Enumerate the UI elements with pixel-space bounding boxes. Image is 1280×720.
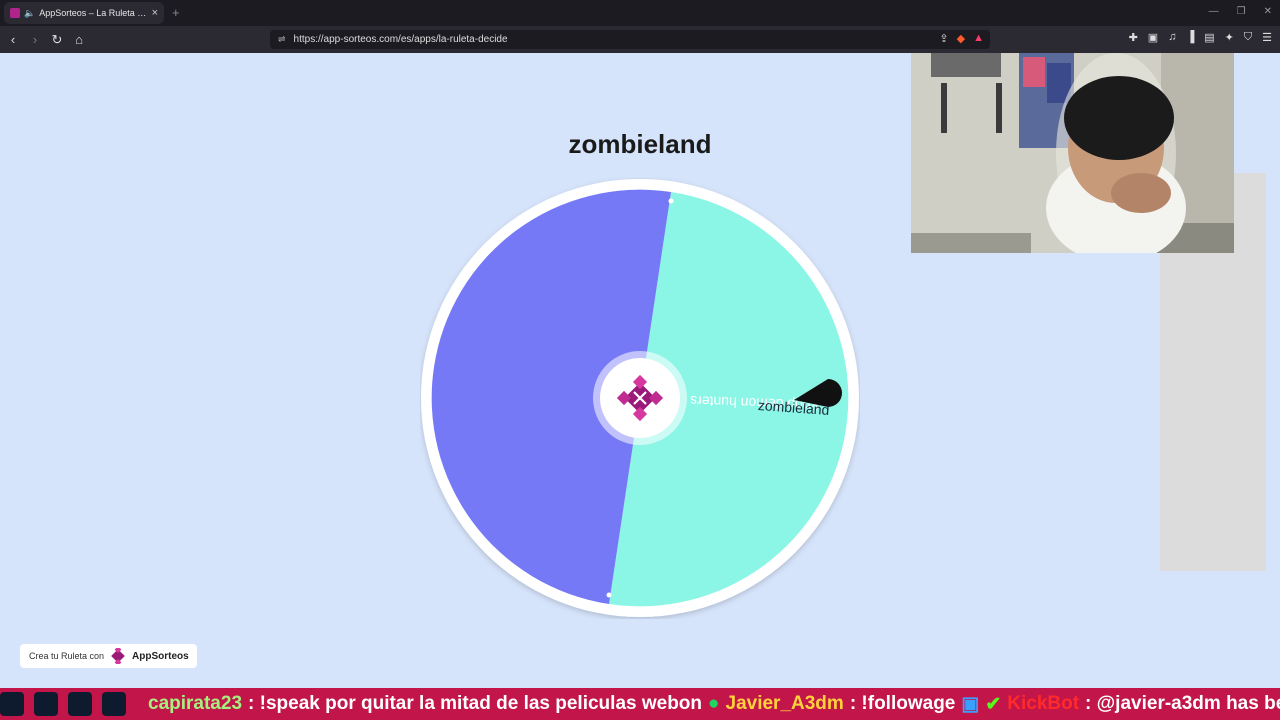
chat-message: : !speak por quitar la mitad de las peli… [248, 693, 703, 714]
chat-username: Javier_A3dm [725, 693, 844, 714]
address-bar[interactable]: ⇌ https://app-sorteos.com/es/apps/la-rul… [270, 30, 990, 49]
badge-brand-suffix: Sorteos [151, 650, 189, 662]
reload-icon[interactable]: ↻ [48, 31, 66, 49]
chat-message: : @javier-a3dm has been [1085, 693, 1280, 714]
url-actions: ⇪ ◆ ▲ [939, 32, 984, 45]
tab-title: AppSorteos – La Ruleta de la [39, 8, 148, 18]
emote-row [0, 692, 132, 716]
wheel-svg: kpop demon hunters zombieland [421, 179, 859, 617]
vpn-icon[interactable]: ⛉ [1244, 31, 1252, 44]
brave-shield-icon[interactable]: ◆ [957, 32, 965, 45]
webcam-image [911, 53, 1234, 253]
create-roulette-badge[interactable]: Crea tu Ruleta con AppSorteos [20, 644, 197, 668]
sidebar-icon[interactable]: ▐ [1186, 31, 1194, 44]
minimize-icon[interactable]: — [1209, 6, 1219, 17]
chat-message: : !followage [849, 693, 956, 714]
nav-toolbar: ‹ › ↻ ⌂ ⇌ https://app-sorteos.com/es/app… [0, 26, 1280, 53]
chat-ticker: capirata23 : !speak por quitar la mitad … [0, 688, 1280, 720]
browser-chrome: 🔈 AppSorteos – La Ruleta de la × + — ❐ ✕… [0, 0, 1280, 53]
chat-username: capirata23 [148, 693, 243, 714]
window-controls: — ❐ ✕ [1209, 6, 1272, 17]
wallet-icon[interactable]: ▤ [1204, 31, 1214, 44]
close-window-icon[interactable]: ✕ [1264, 6, 1272, 17]
tab-bar: 🔈 AppSorteos – La Ruleta de la × + — ❐ ✕ [0, 0, 1280, 26]
emote-icon [68, 692, 92, 716]
brave-rewards-icon[interactable]: ▲ [973, 32, 984, 45]
emote-icon [102, 692, 126, 716]
speaker-icon[interactable]: 🔈 [24, 8, 35, 19]
appsorteos-favicon-icon [10, 8, 20, 18]
leo-icon[interactable]: ✦ [1225, 31, 1234, 44]
menu-icon[interactable]: ☰ [1262, 31, 1272, 44]
verified-badge-icon: ✔ [985, 693, 1002, 715]
site-info-icon[interactable]: ⇌ [278, 34, 286, 45]
back-icon[interactable]: ‹ [4, 31, 22, 49]
home-icon[interactable]: ⌂ [70, 31, 88, 49]
mod-badge-icon: ▣ [961, 693, 980, 715]
badge-text: Crea tu Ruleta con [29, 651, 105, 661]
reader-icon[interactable]: ▣ [1148, 31, 1158, 44]
badge-brand-prefix: App [132, 650, 152, 662]
appsorteos-small-logo-icon [111, 648, 125, 664]
spotify-icon: ● [708, 693, 720, 714]
music-icon[interactable]: ♫ [1168, 31, 1176, 44]
url-text: https://app-sorteos.com/es/apps/la-rulet… [293, 34, 508, 45]
extensions-icon[interactable]: ✚ [1129, 31, 1138, 44]
page-content: zombieland kpop demon hunters zombieland [0, 53, 1280, 688]
chat-username: KickBot [1007, 693, 1080, 714]
toolbar-right: ✚ ▣ ♫ ▐ ▤ ✦ ⛉ ☰ [1129, 31, 1272, 44]
segment-divider-dot [606, 592, 612, 598]
browser-tab[interactable]: 🔈 AppSorteos – La Ruleta de la × [4, 2, 164, 24]
forward-icon[interactable]: › [26, 31, 44, 49]
roulette-wheel[interactable]: kpop demon hunters zombieland [420, 177, 860, 619]
close-tab-icon[interactable]: × [152, 7, 158, 19]
new-tab-icon[interactable]: + [172, 5, 180, 20]
emote-icon [34, 692, 58, 716]
share-icon[interactable]: ⇪ [939, 32, 948, 45]
emote-icon [0, 692, 24, 716]
badge-brand: AppSorteos [132, 651, 189, 662]
webcam-overlay [911, 53, 1234, 253]
segment-divider-dot [668, 198, 674, 204]
maximize-icon[interactable]: ❐ [1237, 6, 1246, 17]
